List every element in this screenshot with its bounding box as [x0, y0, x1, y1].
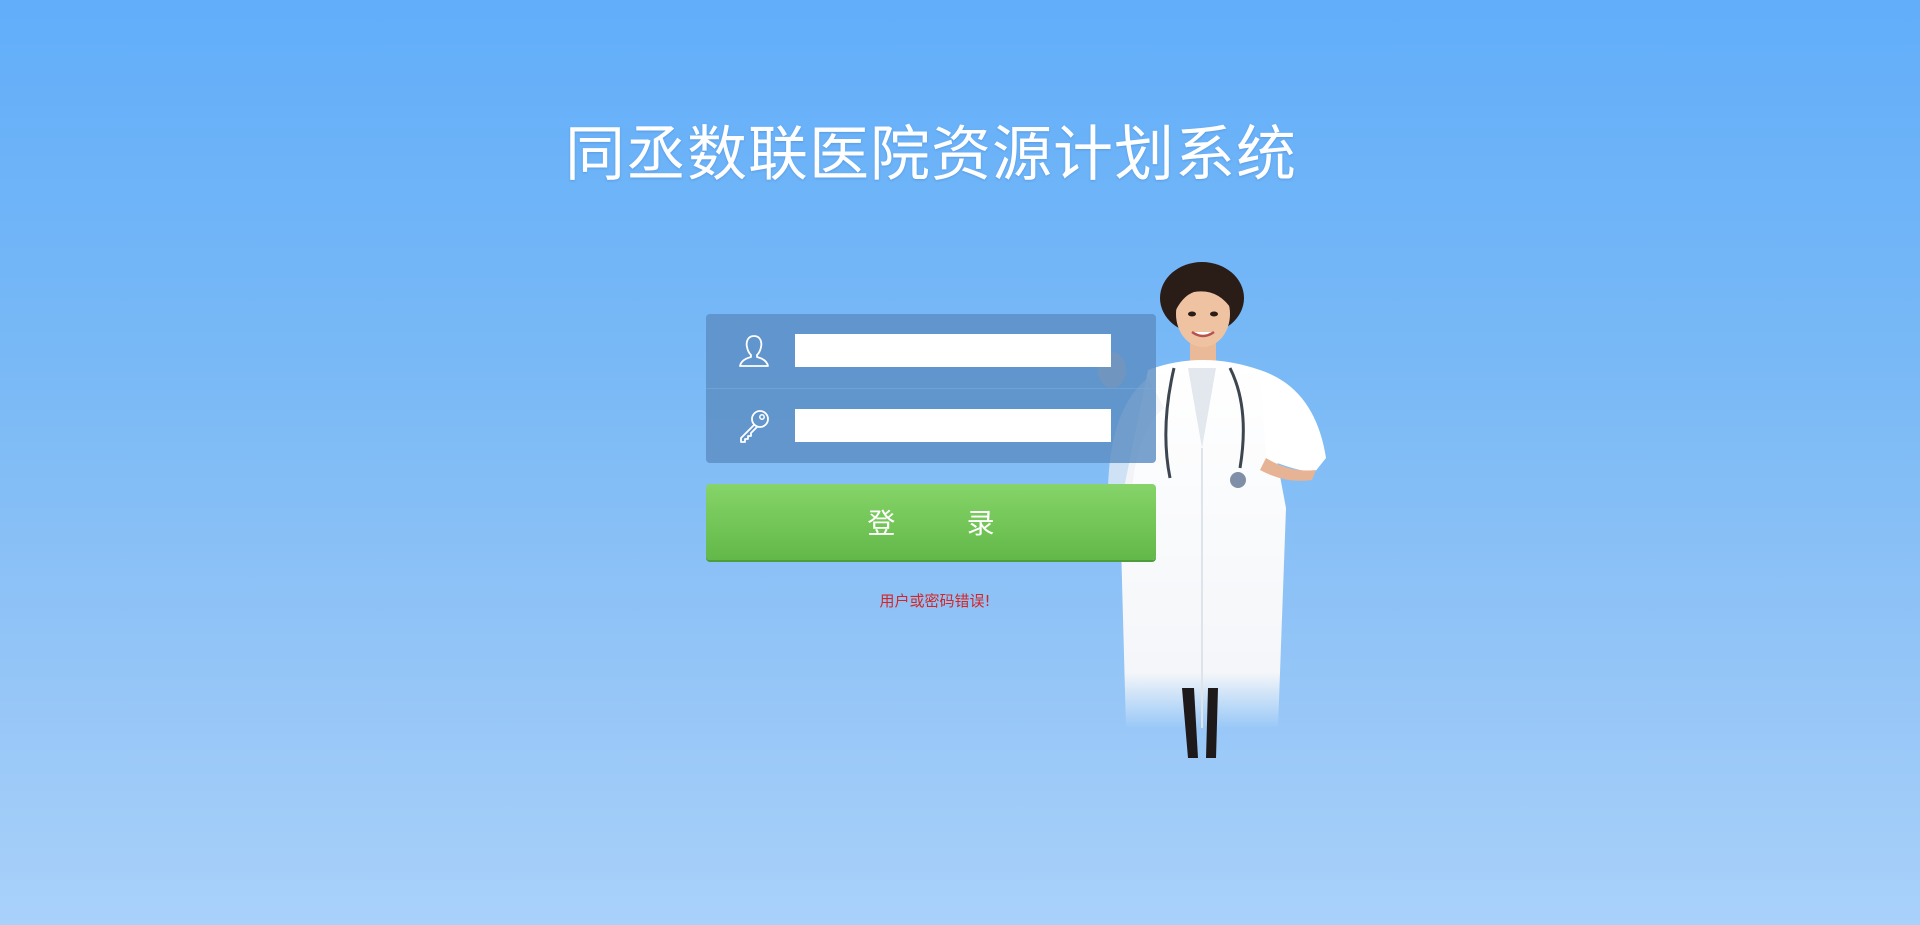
page-title: 同丞数联医院资源计划系统 — [565, 120, 1297, 190]
username-input[interactable] — [795, 334, 1111, 367]
password-row — [706, 389, 1156, 463]
login-button-label: 登 录 — [867, 507, 995, 540]
user-icon — [736, 333, 772, 369]
key-icon — [736, 408, 772, 444]
login-panel — [706, 314, 1156, 463]
error-message: 用户或密码错误! — [879, 592, 991, 610]
password-input[interactable] — [795, 409, 1111, 442]
login-button[interactable]: 登 录 — [706, 484, 1156, 560]
username-row — [706, 314, 1156, 388]
